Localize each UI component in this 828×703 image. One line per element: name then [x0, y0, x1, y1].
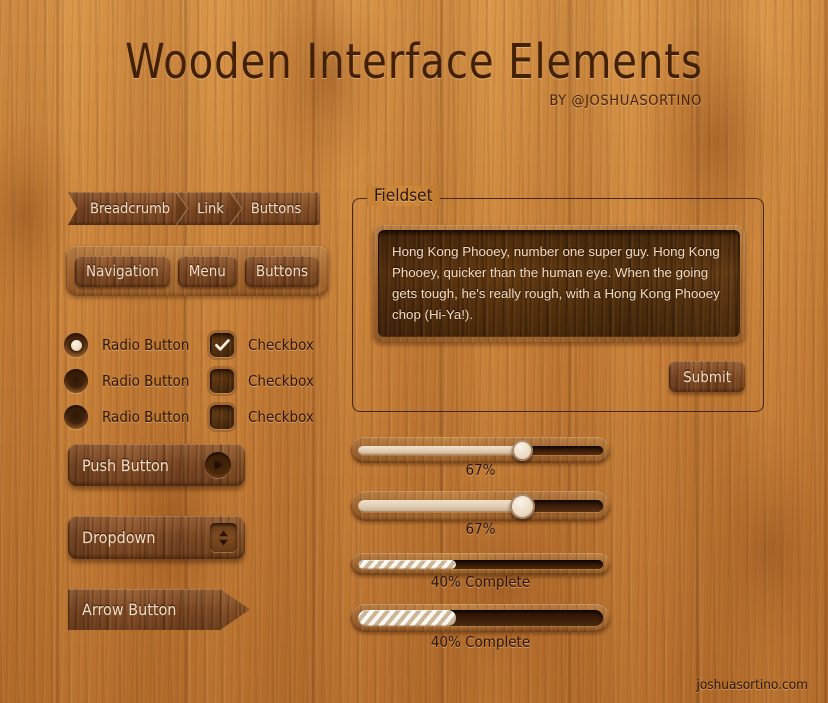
checkbox-icon[interactable] — [210, 405, 234, 429]
textarea-input[interactable]: Hong Kong Phooey, number one super guy. … — [378, 230, 740, 337]
checkbox-icon[interactable] — [210, 333, 234, 357]
chevron-up-icon — [219, 530, 228, 536]
progress-fill — [358, 610, 456, 626]
slider-track[interactable] — [358, 439, 603, 461]
checkbox-label: Checkbox — [248, 336, 314, 354]
breadcrumb-item-breadcrumb[interactable]: Breadcrumb — [68, 192, 190, 225]
progress-bar-thick — [351, 604, 610, 632]
radio-label: Radio Button — [102, 336, 190, 354]
slider-fill — [358, 445, 523, 455]
checkbox-option[interactable]: Checkbox — [210, 369, 314, 393]
checkbox-option[interactable]: Checkbox — [210, 405, 314, 429]
slider-thick[interactable] — [351, 491, 610, 521]
radio-option[interactable]: Radio Button — [64, 333, 210, 357]
nav-button-label: Navigation — [86, 262, 159, 280]
slider-handle[interactable] — [511, 439, 533, 461]
slider-track[interactable] — [358, 493, 603, 519]
push-button[interactable]: Push Button — [68, 444, 245, 486]
play-icon — [205, 452, 231, 478]
check-icon — [214, 338, 230, 351]
submit-button-label: Submit — [683, 367, 731, 386]
navigation-bar: Navigation Menu Buttons — [66, 246, 329, 296]
byline: BY @JOSHUASORTINO — [549, 92, 702, 109]
dropdown-label: Dropdown — [82, 528, 156, 547]
checkbox-label: Checkbox — [248, 408, 314, 426]
nav-button-label: Buttons — [255, 262, 309, 280]
progress-track — [358, 610, 603, 626]
checkbox-label: Checkbox — [248, 372, 314, 390]
breadcrumb-item-label: Breadcrumb — [90, 200, 171, 217]
footer-credit[interactable]: joshuasortino.com — [696, 677, 808, 693]
progress-track — [358, 559, 603, 569]
textarea-frame: Hong Kong Phooey, number one super guy. … — [373, 225, 745, 342]
chevron-down-icon — [219, 539, 228, 545]
submit-button[interactable]: Submit — [669, 361, 745, 392]
radio-button-icon[interactable] — [64, 369, 88, 393]
dropdown-select[interactable]: Dropdown — [68, 516, 245, 559]
push-button-label: Push Button — [82, 455, 169, 475]
progress-value-label: 40% Complete — [430, 633, 531, 651]
nav-button-buttons[interactable]: Buttons — [245, 255, 319, 287]
slider-handle[interactable] — [509, 493, 535, 519]
wood-knot — [700, 420, 828, 680]
breadcrumb-item-label: Buttons — [250, 200, 302, 217]
nav-button-label: Menu — [188, 262, 226, 280]
slider-thin[interactable] — [351, 437, 610, 463]
wooden-background: Wooden Interface Elements BY @JOSHUASORT… — [0, 0, 828, 703]
page-title: Wooden Interface Elements — [125, 34, 703, 90]
radio-button-icon[interactable] — [64, 405, 88, 429]
checkbox-option[interactable]: Checkbox — [210, 333, 314, 357]
spinner-arrows[interactable] — [210, 523, 237, 552]
checkbox-icon[interactable] — [210, 369, 234, 393]
slider-value-label: 67% — [465, 520, 496, 538]
fieldset: Fieldset Hong Kong Phooey, number one su… — [352, 186, 764, 412]
fieldset-legend: Fieldset — [367, 186, 440, 206]
slider-fill — [358, 500, 523, 512]
breadcrumb: Breadcrumb Link Buttons — [68, 192, 320, 225]
nav-button-menu[interactable]: Menu — [178, 255, 237, 287]
breadcrumb-item-label: Link — [197, 200, 224, 217]
nav-button-navigation[interactable]: Navigation — [75, 255, 170, 287]
page-header: Wooden Interface Elements BY @JOSHUASORT… — [0, 34, 828, 109]
progress-bar-thin — [351, 553, 610, 575]
control-row: Radio Button Checkbox — [64, 402, 364, 432]
progress-fill — [358, 559, 456, 569]
arrow-button-label: Arrow Button — [82, 600, 177, 619]
radio-label: Radio Button — [102, 372, 190, 390]
breadcrumb-item-link[interactable]: Link — [181, 192, 243, 225]
radio-label: Radio Button — [102, 408, 190, 426]
control-row: Radio Button Checkbox — [64, 366, 364, 396]
radio-option[interactable]: Radio Button — [64, 405, 210, 429]
radio-option[interactable]: Radio Button — [64, 369, 210, 393]
form-controls-group: Radio Button Checkbox Radio Button Check… — [64, 330, 364, 432]
breadcrumb-item-buttons[interactable]: Buttons — [235, 192, 313, 225]
progress-value-label: 40% Complete — [430, 573, 531, 591]
arrow-button[interactable]: Arrow Button — [68, 589, 250, 630]
control-row: Radio Button Checkbox — [64, 330, 364, 360]
radio-button-icon[interactable] — [64, 333, 88, 357]
slider-value-label: 67% — [465, 461, 496, 479]
